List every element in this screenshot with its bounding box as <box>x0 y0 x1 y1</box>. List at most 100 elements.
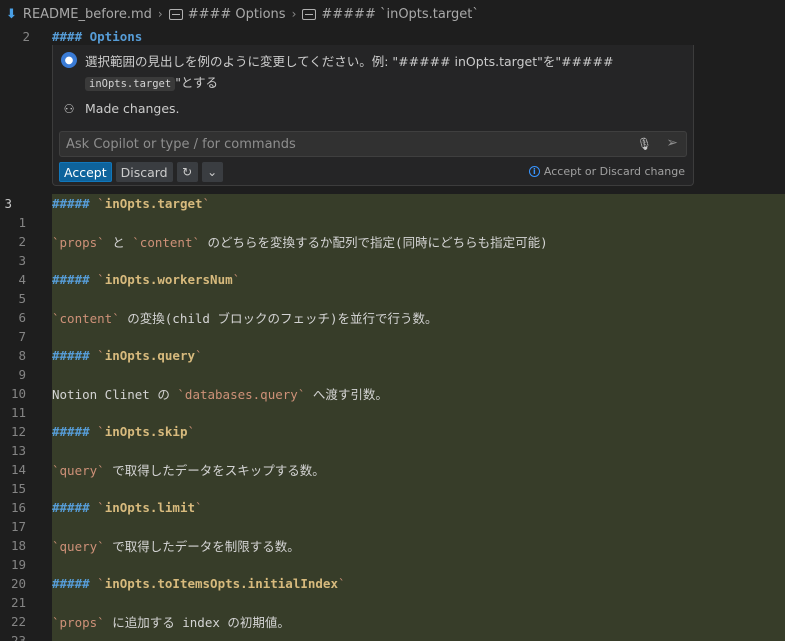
inline-code: databases.query <box>184 387 298 402</box>
backtick: ` <box>52 539 60 554</box>
line-number: 20 <box>10 576 26 591</box>
regenerate-icon[interactable]: ↻ <box>176 162 198 182</box>
inline-code-chip: inOpts.target <box>85 77 176 91</box>
heading-identifier: inOpts.workersNum <box>104 272 233 287</box>
editor-line[interactable]: 6 `content` の変換(child ブロックのフェッチ)を並行で行う数。 <box>0 308 785 327</box>
breadcrumb-file[interactable]: ⬇ README_before.md <box>6 7 152 22</box>
editor-line[interactable]: 1 <box>0 213 785 232</box>
editor-line[interactable]: 22 `props` に追加する index の初期値。 <box>0 612 785 631</box>
editor-line[interactable]: 3 ##### `inOpts.target` <box>0 194 785 213</box>
backtick: ` <box>112 311 120 326</box>
editor-line[interactable]: 5 <box>0 289 785 308</box>
info-icon: i <box>528 166 540 177</box>
editor-line[interactable]: 7 <box>0 327 785 346</box>
plain-text: で取得したデータを制限する数。 <box>104 539 300 554</box>
heading-marker: ##### <box>52 500 98 515</box>
chevron-down-icon[interactable]: ⌄ <box>201 162 223 182</box>
editor-line[interactable]: 10 Notion Clinet の `databases.query` へ渡す引… <box>0 384 785 403</box>
editor-line[interactable]: 19 <box>0 555 785 574</box>
line-content: ##### `inOpts.target` <box>52 196 210 211</box>
editor-line[interactable]: 4 ##### `inOpts.workersNum` <box>0 270 785 289</box>
heading-marker: ##### <box>52 576 98 591</box>
editor-line[interactable]: 3 <box>0 251 785 270</box>
line-content: ##### `inOpts.skip` <box>52 424 195 439</box>
line-content: ##### `inOpts.query` <box>52 348 203 363</box>
backtick: ` <box>192 235 201 250</box>
backtick: ` <box>52 311 60 326</box>
backtick: ` <box>97 348 105 363</box>
microphone-icon[interactable]: 🎙 <box>637 137 652 151</box>
line-content: ##### `inOpts.workersNum` <box>52 272 240 287</box>
editor-diff-area[interactable]: 3 ##### `inOpts.target` 1 2 `props` と `conte… <box>0 194 785 641</box>
line-number: 2 <box>18 234 26 249</box>
line-content: ##### `inOpts.limit` <box>52 500 203 515</box>
backtick: ` <box>195 348 203 363</box>
editor-line[interactable]: 18 `query` で取得したデータを制限する数。 <box>0 536 785 555</box>
symbol-string-icon <box>302 8 317 20</box>
line-number: 22 <box>10 614 26 629</box>
backtick: ` <box>97 576 105 591</box>
breadcrumb-section-label: ##### `inOpts.target` <box>321 6 479 22</box>
status-hint: i Accept or Discard change <box>528 165 685 178</box>
editor-line[interactable]: 2 #### Options <box>0 26 785 46</box>
breadcrumb-section-label: #### Options <box>187 6 286 22</box>
line-number: 14 <box>10 462 26 477</box>
line-number: 4 <box>18 272 26 287</box>
copilot-icon: ⚇ <box>63 101 75 116</box>
chevron-right-icon: › <box>157 7 163 21</box>
heading-identifier: inOpts.target <box>104 196 203 211</box>
editor-line[interactable]: 9 <box>0 365 785 384</box>
editor-line[interactable]: 12 ##### `inOpts.skip` <box>0 422 785 441</box>
copilot-chat-input[interactable]: 🎙 ➢ <box>59 131 687 157</box>
hint-text: Accept or Discard change <box>543 165 685 178</box>
symbol-string-icon <box>168 8 183 20</box>
inline-code: props <box>59 615 98 630</box>
discard-button[interactable]: Discard <box>115 162 173 182</box>
inline-code: query <box>59 539 98 554</box>
plain-text: のどちらを変換するか配列で指定(同時にどちらも指定可能) <box>200 235 548 250</box>
copilot-inline-chat: ● 選択範囲の見出しを例のように変更してください。例: "##### inOpt… <box>52 45 694 186</box>
line-number: 1 <box>18 215 26 230</box>
line-content: `query` で取得したデータをスキップする数。 <box>52 460 325 479</box>
backtick: ` <box>97 196 105 211</box>
line-number: 18 <box>10 538 26 553</box>
editor-line[interactable]: 20 ##### `inOpts.toItemsOpts.initialIndex… <box>0 574 785 593</box>
backtick: ` <box>97 615 105 630</box>
heading-marker: ##### <box>52 424 98 439</box>
chat-request-text: 選択範囲の見出しを例のように変更してください。例: "##### inOpts.… <box>85 51 645 95</box>
backtick: ` <box>337 576 346 591</box>
plain-text: で取得したデータをスキップする数。 <box>104 463 325 478</box>
markdown-file-icon: ⬇ <box>6 6 17 22</box>
line-number: 3 <box>4 196 12 211</box>
line-number: 12 <box>10 424 26 439</box>
line-number: 3 <box>18 253 26 268</box>
backtick: ` <box>52 235 60 250</box>
made-changes-text: Made changes. <box>85 101 180 116</box>
inline-code: props <box>59 235 98 250</box>
editor-line[interactable]: 2 `props` と `content` のどちらを変換するか配列で指定(同時に… <box>0 232 785 251</box>
editor-line[interactable]: 8 ##### `inOpts.query` <box>0 346 785 365</box>
chat-input-field[interactable] <box>66 136 626 152</box>
heading-identifier: inOpts.limit <box>104 500 195 515</box>
line-number: 19 <box>10 557 26 572</box>
line-number: 13 <box>10 443 26 458</box>
inline-code: query <box>59 463 98 478</box>
editor-line[interactable]: 11 <box>0 403 785 422</box>
editor-line[interactable]: 23 <box>0 631 785 641</box>
backtick: ` <box>97 539 105 554</box>
editor-line[interactable]: 14 `query` で取得したデータをスキップする数。 <box>0 460 785 479</box>
editor-line[interactable]: 16 ##### `inOpts.limit` <box>0 498 785 517</box>
accept-button[interactable]: Accept <box>59 162 112 182</box>
breadcrumb-section-options[interactable]: #### Options <box>168 6 286 22</box>
line-number: 17 <box>10 519 26 534</box>
line-number: 5 <box>18 291 26 306</box>
editor-line[interactable]: 17 <box>0 517 785 536</box>
line-number: 9 <box>18 367 26 382</box>
backtick: ` <box>177 387 185 402</box>
editor-line[interactable]: 15 <box>0 479 785 498</box>
breadcrumb-section-target[interactable]: ##### `inOpts.target` <box>302 6 479 22</box>
send-icon[interactable]: ➢ <box>666 135 678 151</box>
backtick: ` <box>52 615 60 630</box>
editor-line[interactable]: 21 <box>0 593 785 612</box>
editor-line[interactable]: 13 <box>0 441 785 460</box>
